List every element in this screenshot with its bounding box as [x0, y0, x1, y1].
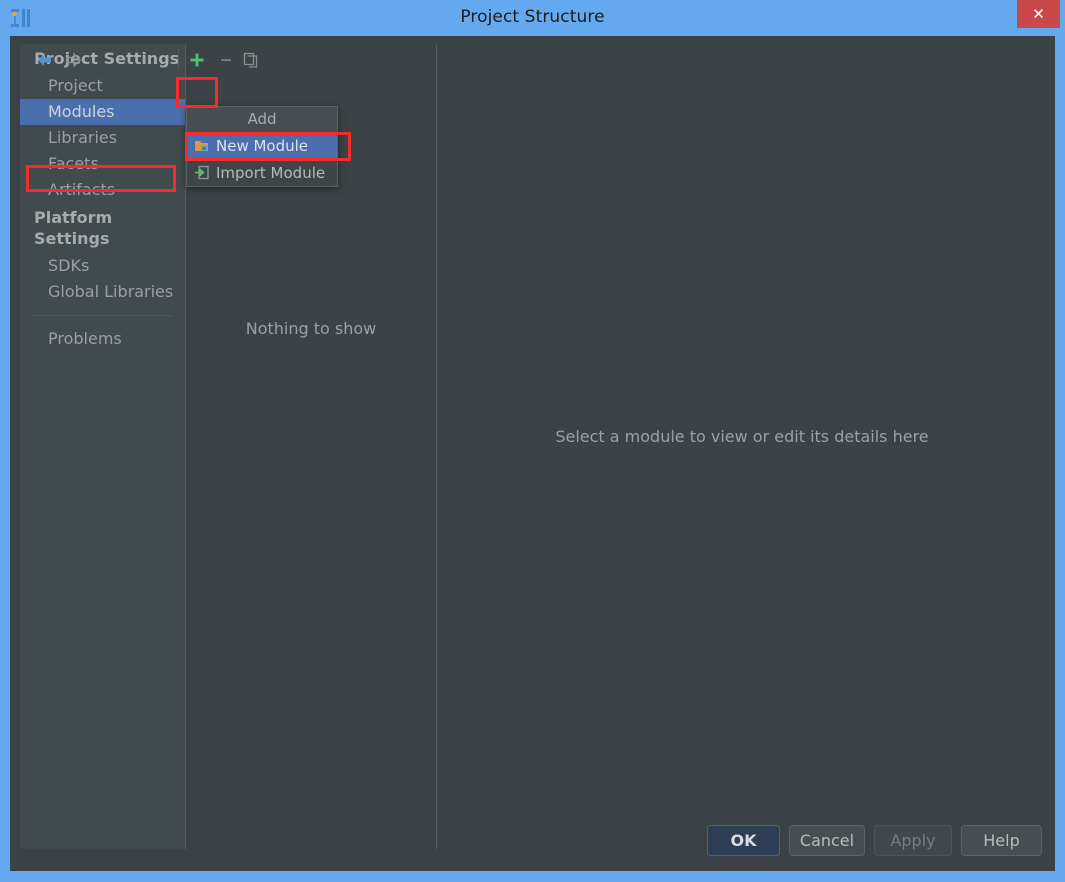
sidebar-item-facets[interactable]: Facets	[20, 151, 185, 177]
sidebar-item-project[interactable]: Project	[20, 73, 185, 99]
title-bar: Project Structure ✕	[0, 0, 1065, 36]
arrow-right-icon[interactable]	[61, 48, 85, 72]
sidebar-item-global-libraries[interactable]: Global Libraries	[20, 279, 185, 305]
sidebar-item-problems[interactable]: Problems	[20, 326, 185, 352]
apply-button[interactable]: Apply	[874, 825, 952, 856]
sidebar-group-platform-settings: Platform Settings	[34, 208, 113, 248]
plus-icon[interactable]	[185, 48, 209, 72]
menu-item-new-module[interactable]: New Module	[187, 132, 337, 159]
help-button[interactable]: Help	[961, 825, 1042, 856]
new-folder-icon	[193, 138, 211, 154]
menu-item-import-module[interactable]: Import Module	[187, 159, 337, 186]
popup-title: Add	[187, 107, 337, 132]
ok-button[interactable]: OK	[707, 825, 780, 856]
dialog-footer: OK Cancel Apply Help	[10, 813, 1055, 871]
sidebar-item-sdks[interactable]: SDKs	[20, 253, 185, 279]
dialog-toolbar	[20, 44, 1045, 76]
dialog-body: Project Settings Project Modules Librari…	[10, 36, 1055, 871]
menu-item-import-module-label: Import Module	[216, 163, 326, 182]
sidebar-item-libraries[interactable]: Libraries	[20, 125, 185, 151]
menu-item-new-module-label: New Module	[216, 136, 309, 155]
module-details-panel: Select a module to view or edit its deta…	[439, 44, 1045, 849]
minus-icon[interactable]	[214, 48, 238, 72]
sidebar-divider	[32, 315, 173, 316]
close-icon[interactable]: ✕	[1017, 0, 1060, 28]
empty-state-label: Nothing to show	[245, 319, 377, 338]
project-structure-dialog-window: Project Structure ✕ Project Settings Pro…	[0, 0, 1065, 882]
sidebar-item-modules[interactable]: Modules	[20, 99, 185, 125]
module-details-hint: Select a module to view or edit its deta…	[555, 427, 929, 446]
settings-sidebar: Project Settings Project Modules Librari…	[20, 44, 185, 849]
copy-icon[interactable]	[239, 48, 263, 72]
import-arrow-icon	[193, 165, 211, 181]
sidebar-item-artifacts[interactable]: Artifacts	[20, 177, 185, 203]
cancel-button[interactable]: Cancel	[789, 825, 865, 856]
arrow-left-icon[interactable]	[33, 48, 57, 72]
toolbar-divider	[178, 48, 179, 70]
page-title: Project Structure	[460, 7, 605, 27]
add-popup-menu: Add New Module Import Module	[186, 106, 338, 187]
